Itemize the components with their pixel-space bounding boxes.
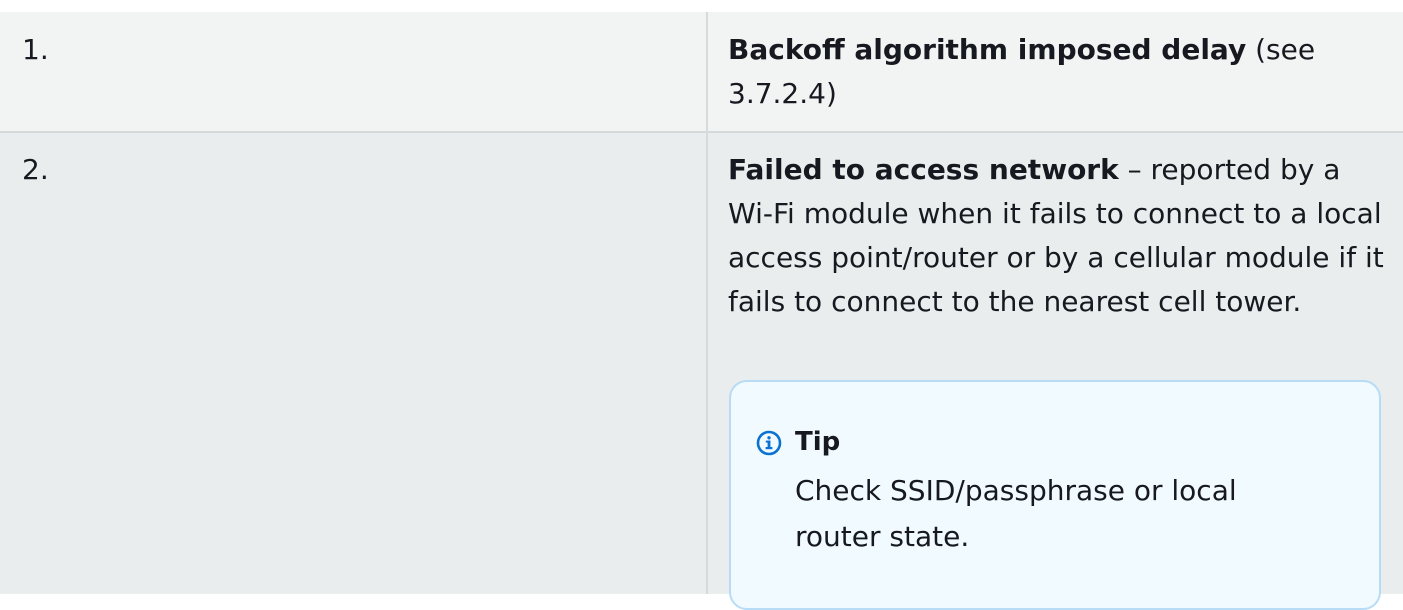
tip-callout: Tip Check SSID/passphrase or local route…	[729, 380, 1381, 610]
tip-body: Check SSID/passphrase or local router st…	[795, 474, 1237, 553]
row-number: 2.	[22, 153, 49, 186]
info-icon	[756, 430, 782, 456]
column-divider	[706, 12, 708, 594]
row-title: Backoff algorithm imposed delay	[728, 33, 1247, 66]
row-description: Backoff algorithm imposed delay (see 3.7…	[728, 28, 1388, 116]
row-number: 1.	[22, 33, 49, 66]
error-table: 1. Backoff algorithm imposed delay (see …	[0, 0, 1403, 610]
row-description: Failed to access network – reported by a…	[728, 148, 1388, 324]
tip-title: Tip	[795, 427, 841, 457]
row-title: Failed to access network	[728, 153, 1119, 186]
